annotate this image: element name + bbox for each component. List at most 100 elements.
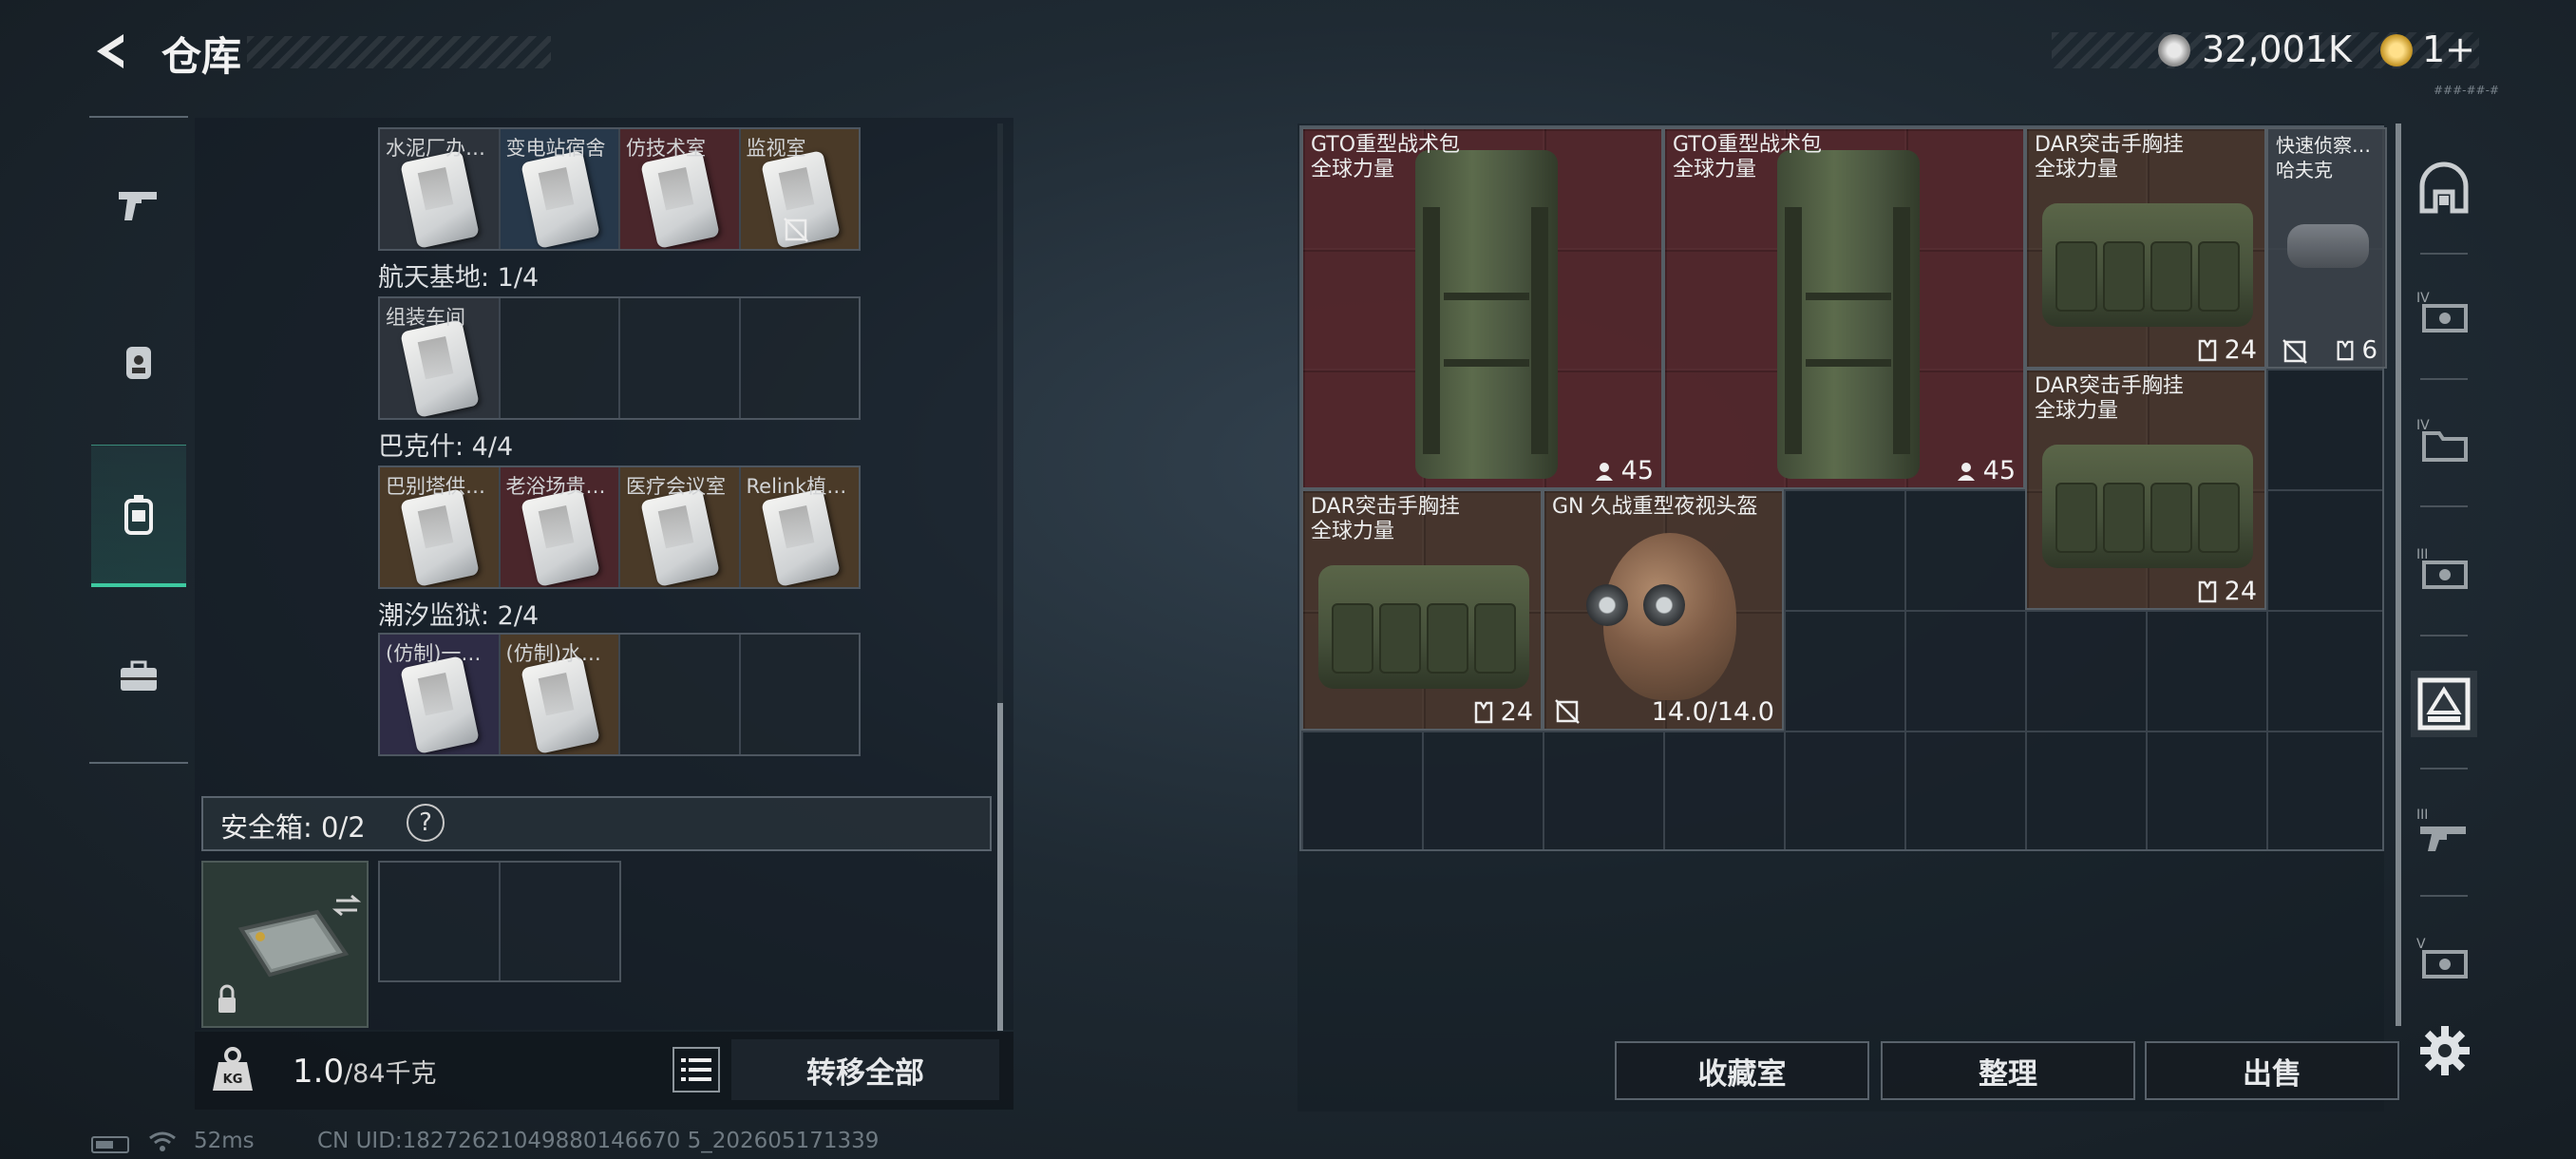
- item-badge: 24: [2196, 335, 2257, 365]
- duffel-art: [2287, 224, 2369, 268]
- item-name: 快速侦察… 哈夫克: [2276, 134, 2371, 181]
- sell-button[interactable]: 出售: [2145, 1041, 2399, 1100]
- keycard-slot[interactable]: 变电站宿舍: [500, 129, 620, 249]
- storage-tab-armor[interactable]: [2411, 671, 2477, 737]
- keycard-grid-2: 巴别塔供… 老浴场贵… 医疗会议室 Relink植…: [378, 466, 861, 589]
- help-icon[interactable]: ?: [407, 804, 445, 842]
- safe-case-icon: [218, 894, 362, 1013]
- backpack-person-icon: [126, 347, 151, 379]
- keycard-grid-0: 水泥厂办… 变电站宿舍 仿技术室 监视室: [378, 127, 861, 251]
- battery-icon: [91, 1136, 129, 1153]
- list-view-button[interactable]: [672, 1047, 720, 1092]
- storage-tab-folder-iv[interactable]: IV: [2411, 408, 2477, 475]
- keycard-icon: [400, 319, 480, 418]
- keycard-slot[interactable]: 仿技术室: [620, 129, 741, 249]
- armor-crate-icon: [2417, 677, 2471, 731]
- storage-tab-ammo-iv[interactable]: IV: [2411, 281, 2477, 348]
- group-label: 航天基地: 1/4: [378, 263, 540, 293]
- keycard-icon: [520, 656, 600, 754]
- sidebar-separator: [2420, 895, 2468, 897]
- keycard-slot[interactable]: 组装车间: [380, 298, 501, 418]
- capacity-icon: [1957, 462, 1975, 481]
- keycard-slot[interactable]: 水泥厂办…: [380, 129, 501, 249]
- weapon-iii-icon: III: [2416, 808, 2466, 851]
- category-tools[interactable]: [91, 605, 186, 748]
- keycard-slot[interactable]: 巴别塔供…: [380, 467, 501, 587]
- ammo-crate-iv-icon: IV: [2416, 291, 2468, 332]
- storage-item-nv-helmet[interactable]: GN 久战重型夜视头盔 14.0/14.0: [1543, 489, 1784, 731]
- keycard-name: 变电站宿舍: [505, 137, 606, 160]
- storage-tab-ammo-iii[interactable]: III: [2411, 538, 2477, 604]
- storage-item-dar-vest-2[interactable]: DAR突击手胸挂 全球力量 24: [1301, 489, 1543, 731]
- safe-case-slot[interactable]: [201, 861, 369, 1028]
- sidebar-separator: [2420, 635, 2468, 636]
- empty-slot[interactable]: [741, 298, 860, 418]
- empty-slot[interactable]: [501, 863, 619, 980]
- sort-button[interactable]: 整理: [1881, 1041, 2135, 1100]
- keycard-name: 老浴场贵…: [505, 475, 606, 498]
- item-name: DAR突击手胸挂 全球力量: [2035, 133, 2184, 181]
- keycard-slot[interactable]: 监视室: [740, 129, 859, 249]
- empty-slot[interactable]: [380, 863, 501, 980]
- keycard-icon: [520, 150, 600, 249]
- no-sell-icon: [1555, 699, 1580, 724]
- storage-item-dar-vest-1[interactable]: DAR突击手胸挂 全球力量 24: [2025, 127, 2266, 369]
- keycard-slot[interactable]: (仿制)水…: [500, 635, 620, 754]
- keycard-icon: [760, 488, 841, 587]
- list-icon: [681, 1058, 711, 1081]
- empty-slot[interactable]: [620, 298, 741, 418]
- keycard-name: 巴别塔供…: [386, 475, 485, 498]
- back-icon[interactable]: [87, 28, 133, 74]
- page-title: 仓库: [161, 33, 242, 80]
- storage-item-gto-pack-2[interactable]: GTO重型战术包 全球力量 45: [1663, 127, 2025, 489]
- svg-text:III: III: [2416, 547, 2428, 562]
- item-name: GN 久战重型夜视头盔: [1552, 495, 1758, 519]
- storage-scrollbar-thumb[interactable]: [2396, 124, 2401, 1026]
- keycard-slot[interactable]: Relink植…: [740, 467, 859, 587]
- uid-text: CN UID:18272621049880146670 5_2026051713…: [317, 1129, 880, 1153]
- category-gear[interactable]: [91, 290, 186, 432]
- keycard-slot[interactable]: 老浴场贵…: [500, 467, 620, 587]
- collection-room-button[interactable]: 收藏室: [1615, 1041, 1869, 1100]
- svg-text:IV: IV: [2416, 291, 2430, 306]
- keycard-slot[interactable]: (仿制)一…: [380, 635, 501, 754]
- transfer-all-button[interactable]: 转移全部: [731, 1039, 999, 1100]
- storage-item-recon-rig[interactable]: 快速侦察… 哈夫克 6: [2266, 127, 2387, 369]
- vest-art: [2042, 203, 2253, 327]
- storage-tab-weapon-v[interactable]: V: [2411, 927, 2477, 994]
- empty-slot[interactable]: [620, 635, 741, 754]
- storage-grid: GTO重型战术包 全球力量 45 GTO重型战术包 全球力量 45 DAR突击手胸挂…: [1299, 125, 2387, 851]
- empty-slot[interactable]: [741, 635, 860, 754]
- item-badge: 6: [2335, 336, 2377, 365]
- storage-tab-container[interactable]: [2411, 158, 2477, 224]
- left-scrollbar-thumb[interactable]: [997, 703, 1003, 1031]
- keycard-icon: [400, 488, 480, 587]
- svg-text:IV: IV: [2416, 418, 2430, 433]
- storage-item-gto-pack-1[interactable]: GTO重型战术包 全球力量 45: [1301, 127, 1663, 489]
- no-sell-icon: [783, 218, 808, 242]
- gold-coin-icon[interactable]: [2380, 34, 2413, 66]
- category-containers[interactable]: [91, 445, 186, 587]
- vest-art: [1318, 565, 1529, 689]
- vest-icon: [2198, 339, 2216, 361]
- svg-text:III: III: [2416, 808, 2428, 823]
- gun-icon: [119, 192, 157, 220]
- keycard-icon: [640, 488, 720, 587]
- gear-icon[interactable]: [2416, 1022, 2473, 1079]
- keycard-name: (仿制)水…: [505, 642, 601, 665]
- gold-amount[interactable]: 1+: [2422, 28, 2475, 70]
- folder-iv-icon: IV: [2416, 418, 2468, 462]
- keycard-name: 仿技术室: [626, 137, 706, 160]
- storage-item-dar-vest-3[interactable]: DAR突击手胸挂 全球力量 24: [2025, 369, 2266, 610]
- durability-badge: 14.0/14.0: [1651, 697, 1774, 727]
- category-weapons[interactable]: [91, 133, 186, 276]
- storage-tab-weapon-iii[interactable]: III: [2411, 798, 2477, 864]
- empty-slot[interactable]: [501, 298, 620, 418]
- item-badge: 45: [1955, 456, 2016, 485]
- item-name: GTO重型战术包 全球力量: [1311, 133, 1461, 181]
- weapon-v-icon: V: [2416, 937, 2468, 978]
- keycard-slot[interactable]: 医疗会议室: [620, 467, 741, 587]
- item-badge: 24: [1472, 697, 1533, 727]
- keycard-icon: [640, 150, 720, 249]
- keycard-name: 医疗会议室: [626, 475, 726, 498]
